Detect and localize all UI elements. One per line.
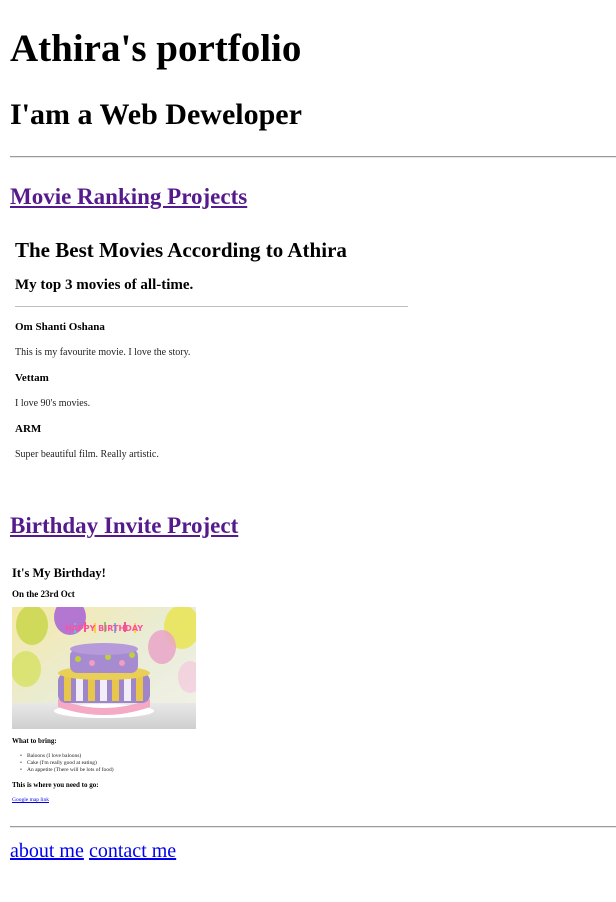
- movie-page-subtitle: My top 3 movies of all-time.: [15, 277, 194, 293]
- contact-me-link[interactable]: contact me: [89, 838, 176, 864]
- movie-title: Om Shanti Oshana: [15, 321, 105, 333]
- movie-title: ARM: [15, 423, 42, 435]
- about-me-link[interactable]: about me: [10, 838, 84, 864]
- birthday-title: It's My Birthday!: [12, 566, 106, 580]
- list-item: Cake (I'm really good at eating): [20, 760, 114, 767]
- portfolio-page: Athira's portfolio I'am a Web Deweloper …: [0, 0, 616, 902]
- movie-divider: [15, 306, 408, 307]
- google-map-link[interactable]: Google map link: [12, 797, 49, 804]
- movie-ranking-project-link[interactable]: Movie Ranking Projects: [10, 183, 247, 211]
- cake-banner-text: HAPPY BIRTHDAY: [65, 624, 143, 633]
- birthday-date: On the 23rd Oct: [12, 589, 75, 599]
- movie-description: I love 90's movies.: [15, 398, 91, 409]
- movie-title: Vettam: [15, 372, 49, 384]
- birthday-invite-embed: It's My Birthday! On the 23rd Oct HAPPY …: [10, 560, 210, 812]
- movie-description: Super beautiful film. Really artistic.: [15, 449, 159, 460]
- page-title: Athira's portfolio: [10, 27, 302, 70]
- role-heading: I'am a Web Deweloper: [10, 98, 302, 131]
- divider-bottom: [10, 826, 616, 828]
- birthday-invite-project-link[interactable]: Birthday Invite Project: [10, 512, 238, 540]
- location-heading: This is where you need to go:: [12, 781, 99, 789]
- movie-page-title: The Best Movies According to Athira: [15, 238, 347, 262]
- movie-description: This is my favourite movie. I love the s…: [15, 347, 191, 358]
- list-item: An appetite (There will be lots of food): [20, 767, 114, 774]
- divider-top: [10, 156, 616, 158]
- bring-list: Baloons (I love baloons) Cake (I'm reall…: [20, 753, 114, 774]
- birthday-cake-image: HAPPY BIRTHDAY: [12, 607, 196, 729]
- bring-heading: What to bring:: [12, 737, 57, 745]
- list-item: Baloons (I love baloons): [20, 753, 114, 760]
- movie-ranking-embed: The Best Movies According to Athira My t…: [10, 228, 414, 478]
